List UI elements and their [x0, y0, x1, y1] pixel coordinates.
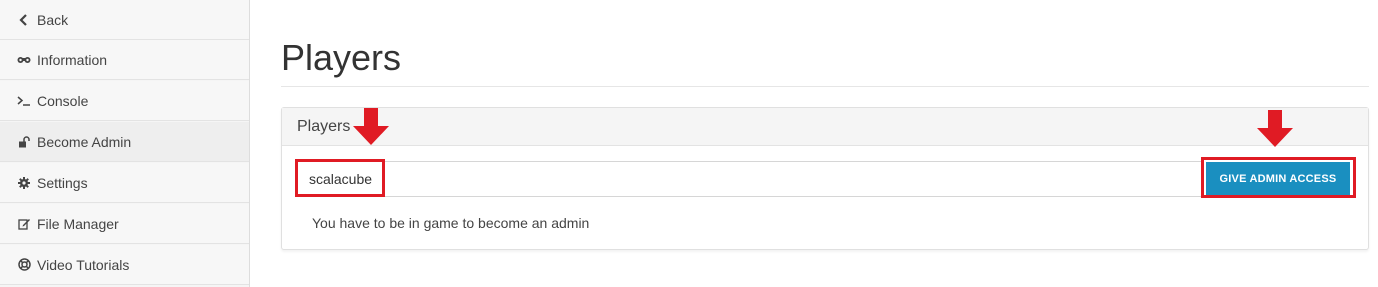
terminal-icon	[17, 94, 31, 108]
page-title: Players	[281, 37, 402, 78]
unlock-icon	[17, 135, 31, 149]
binoculars-icon	[17, 53, 31, 67]
sidebar-item-become-admin[interactable]: Become Admin	[0, 122, 249, 162]
sidebar-item-label: Settings	[37, 174, 88, 191]
gear-icon	[17, 176, 31, 190]
sidebar-item-file-manager[interactable]: File Manager	[0, 204, 249, 244]
edit-icon	[17, 217, 31, 231]
give-admin-access-button[interactable]: GIVE ADMIN ACCESS	[1206, 162, 1350, 195]
sidebar-item-label: Console	[37, 92, 89, 109]
become-admin-hint: You have to be in game to become an admi…	[312, 215, 590, 231]
panel-heading: Players	[282, 108, 1368, 146]
sidebar-item-label: Become Admin	[37, 133, 132, 150]
sidebar-item-video-tutorials[interactable]: Video Tutorials	[0, 245, 249, 285]
sidebar: Back Information Console Become Admin Se…	[0, 0, 250, 287]
sidebar-item-label: Video Tutorials	[37, 256, 130, 273]
sidebar-item-back[interactable]: Back	[0, 0, 249, 40]
players-panel: Players GIVE ADMIN ACCESS You have to be…	[281, 107, 1369, 250]
sidebar-item-label: File Manager	[37, 215, 119, 232]
sidebar-item-console[interactable]: Console	[0, 81, 249, 121]
sidebar-item-label: Information	[37, 51, 108, 68]
chevron-left-icon	[17, 13, 31, 27]
player-name-input[interactable]	[296, 161, 1202, 197]
title-divider	[281, 86, 1369, 87]
sidebar-item-information[interactable]: Information	[0, 40, 249, 80]
sidebar-item-label: Back	[37, 11, 69, 28]
sidebar-item-settings[interactable]: Settings	[0, 163, 249, 203]
life-ring-icon	[17, 258, 31, 272]
